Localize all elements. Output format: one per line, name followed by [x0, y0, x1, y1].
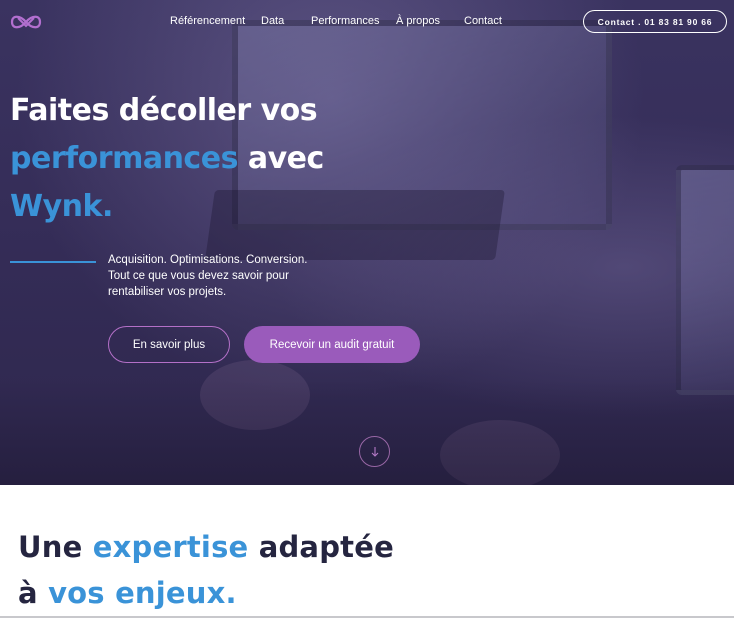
headline-text: avec: [237, 141, 324, 176]
arrow-down-icon: [371, 446, 378, 457]
title-text: Une: [18, 530, 93, 564]
nav-item-data[interactable]: Data: [261, 15, 284, 27]
headline-line-2: performances avec: [10, 135, 324, 183]
title-highlight: expertise: [92, 530, 249, 564]
headline-brand: Wynk.: [10, 189, 113, 224]
section-title-line-1: Une expertise adaptée: [18, 524, 394, 570]
background-desk: [0, 380, 734, 485]
background-monitor: [676, 165, 734, 395]
tagline-line: rentabiliser vos projets.: [108, 286, 227, 298]
accent-divider: [10, 261, 96, 263]
tagline-line: Acquisition. Optimisations. Conversion.: [108, 254, 308, 266]
wynk-logo-icon[interactable]: [10, 12, 42, 32]
hero-tagline: Acquisition. Optimisations. Conversion. …: [108, 252, 307, 300]
section-title-line-2: à vos enjeux.: [18, 570, 394, 616]
nav-item-a-propos[interactable]: À propos: [396, 15, 440, 27]
learn-more-button[interactable]: En savoir plus: [108, 326, 230, 363]
section-title: Une expertise adaptée à vos enjeux.: [18, 524, 394, 616]
contact-phone-button[interactable]: Contact . 01 83 81 90 66: [583, 10, 727, 33]
free-audit-button[interactable]: Recevoir un audit gratuit: [244, 326, 420, 363]
page-edge-divider: [0, 616, 734, 618]
nav-item-performances[interactable]: Performances: [311, 15, 379, 27]
headline-line-1: Faites décoller vos: [10, 93, 318, 128]
tagline-line: Tout ce que vous devez savoir pour: [108, 270, 289, 282]
headline-highlight: performances: [10, 141, 238, 176]
title-text: à: [18, 576, 49, 610]
hero-section: Référencement Data Performances À propos…: [0, 0, 734, 485]
title-text: adaptée: [248, 530, 394, 564]
nav-item-contact[interactable]: Contact: [464, 15, 502, 27]
title-highlight: vos enjeux.: [48, 576, 237, 610]
scroll-down-button[interactable]: [359, 436, 390, 467]
hero-headline: Faites décoller vos performances avec Wy…: [10, 87, 324, 231]
nav-item-referencement[interactable]: Référencement: [170, 15, 245, 27]
